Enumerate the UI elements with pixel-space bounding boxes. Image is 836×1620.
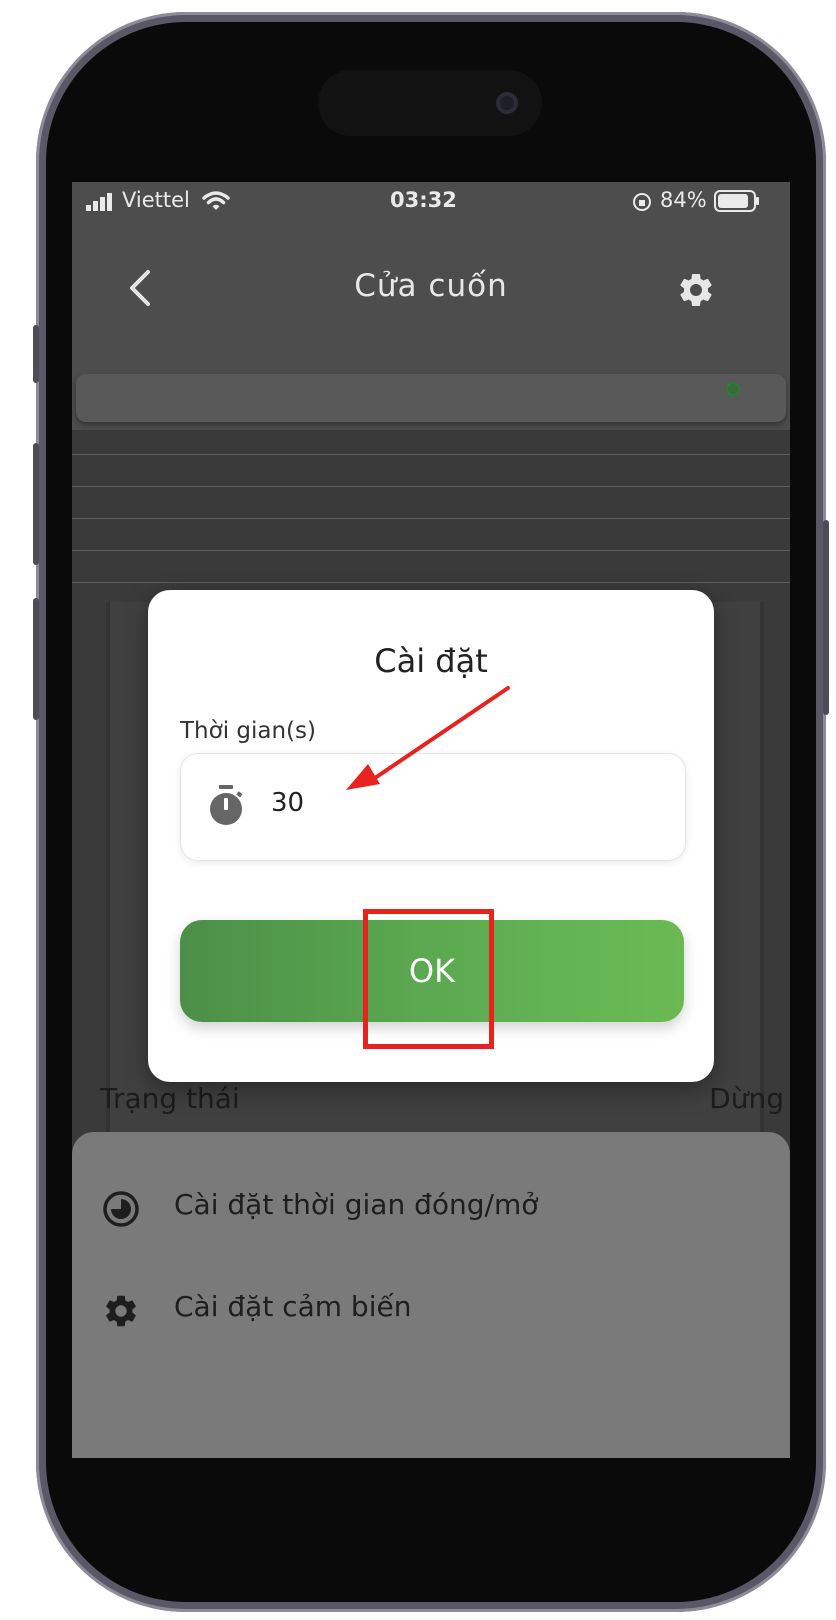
annotation-arrow	[346, 686, 510, 790]
annotation-highlight-box	[363, 909, 494, 1049]
